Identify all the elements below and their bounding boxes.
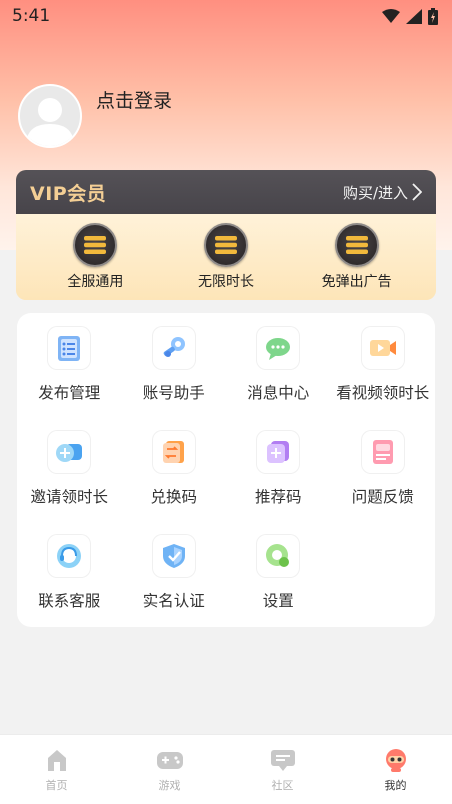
- menu-item-feedback[interactable]: 问题反馈: [331, 431, 436, 535]
- vip-buy-button[interactable]: 购买/进入: [343, 182, 422, 203]
- home-icon: [47, 749, 66, 771]
- vip-feature-label: 无限时长: [197, 274, 254, 290]
- menu-item-label: 实名认证: [142, 592, 205, 610]
- status-icons: [382, 7, 438, 25]
- menu-item-label: 消息中心: [247, 384, 310, 402]
- chevron-right-icon: [412, 183, 422, 201]
- wifi-icon: [382, 9, 400, 23]
- vip-coin-icon: [203, 223, 248, 267]
- battery-icon: [428, 7, 438, 25]
- menu-item-label: 联系客服: [38, 592, 101, 610]
- menu-item-label: 邀请领时长: [30, 488, 108, 506]
- tab-home[interactable]: 首页: [17, 747, 97, 793]
- menu-item-label: 看视频领时长: [336, 384, 430, 402]
- invite-icon: [48, 431, 91, 473]
- vip-card-header: VIP会员 购买/进入: [16, 170, 436, 214]
- vip-feature-label: 免弹出广告: [321, 274, 392, 290]
- publish-list-icon: [48, 327, 91, 369]
- customer-service-icon: [48, 535, 91, 577]
- tab-label: 我的: [384, 778, 407, 792]
- menu-item-real-name[interactable]: 实名认证: [122, 535, 227, 639]
- menu-item-label: 发布管理: [38, 384, 101, 402]
- menu-item-settings[interactable]: 设置: [226, 535, 331, 639]
- menu-item-message-center[interactable]: 消息中心: [226, 327, 331, 431]
- status-bar: 5:41: [0, 0, 452, 32]
- vip-feature: 免弹出广告: [302, 223, 412, 291]
- menu-item-referral-code[interactable]: 推荐码: [226, 431, 331, 535]
- signal-icon: [406, 8, 422, 24]
- menu-card: 发布管理 账号助手 消息中心 看视频领时长 邀请领时长 兑换码 推荐码 问题反馈…: [17, 313, 435, 627]
- exchange-code-icon: [152, 431, 195, 473]
- menu-item-account-assistant[interactable]: 账号助手: [122, 327, 227, 431]
- status-time: 5:41: [12, 6, 51, 26]
- avatar[interactable]: [18, 84, 82, 148]
- vip-features: 全服通用 无限时长 免弹出广告: [16, 214, 436, 300]
- tab-mine[interactable]: 我的: [356, 747, 436, 793]
- vip-feature: 无限时长: [171, 223, 281, 291]
- tab-label: 游戏: [158, 778, 181, 792]
- menu-item-publish[interactable]: 发布管理: [17, 327, 122, 431]
- tab-community[interactable]: 社区: [243, 747, 323, 793]
- account-assistant-icon: [152, 327, 195, 369]
- tab-label: 首页: [45, 778, 68, 792]
- menu-item-label: 设置: [262, 592, 294, 610]
- vip-coin-icon: [334, 223, 379, 267]
- vip-feature-label: 全服通用: [67, 274, 124, 290]
- menu-item-watch-video[interactable]: 看视频领时长: [331, 327, 436, 431]
- community-icon: [270, 749, 295, 771]
- menu-item-label: 兑换码: [150, 488, 197, 506]
- profile-mascot-icon: [385, 748, 406, 772]
- vip-coin-icon: [73, 223, 118, 267]
- menu-item-customer-service[interactable]: 联系客服: [17, 535, 122, 639]
- message-icon: [257, 327, 300, 369]
- menu-item-label: 问题反馈: [351, 488, 414, 506]
- vip-title: VIP会员: [30, 182, 107, 205]
- settings-icon: [257, 535, 300, 577]
- video-icon: [361, 327, 404, 369]
- tab-label: 社区: [271, 778, 294, 792]
- bottom-tab-bar: 首页 游戏 社区 我的: [0, 734, 452, 804]
- menu-item-invite[interactable]: 邀请领时长: [17, 431, 122, 535]
- login-prompt[interactable]: 点击登录: [96, 86, 172, 113]
- feedback-icon: [361, 431, 404, 473]
- menu-item-exchange-code[interactable]: 兑换码: [122, 431, 227, 535]
- referral-code-icon: [257, 431, 300, 473]
- vip-feature: 全服通用: [40, 223, 150, 291]
- menu-item-label: 账号助手: [142, 384, 205, 402]
- default-avatar-icon: [26, 98, 74, 146]
- gamepad-icon: [156, 751, 183, 769]
- tab-games[interactable]: 游戏: [130, 747, 210, 793]
- menu-grid: 发布管理 账号助手 消息中心 看视频领时长 邀请领时长 兑换码 推荐码 问题反馈…: [17, 313, 435, 639]
- vip-buy-label: 购买/进入: [342, 183, 408, 202]
- real-name-verify-icon: [152, 535, 195, 577]
- menu-item-label: 推荐码: [254, 488, 302, 506]
- vip-card[interactable]: VIP会员 购买/进入 全服通用 无限时长 免弹出广告: [16, 170, 436, 300]
